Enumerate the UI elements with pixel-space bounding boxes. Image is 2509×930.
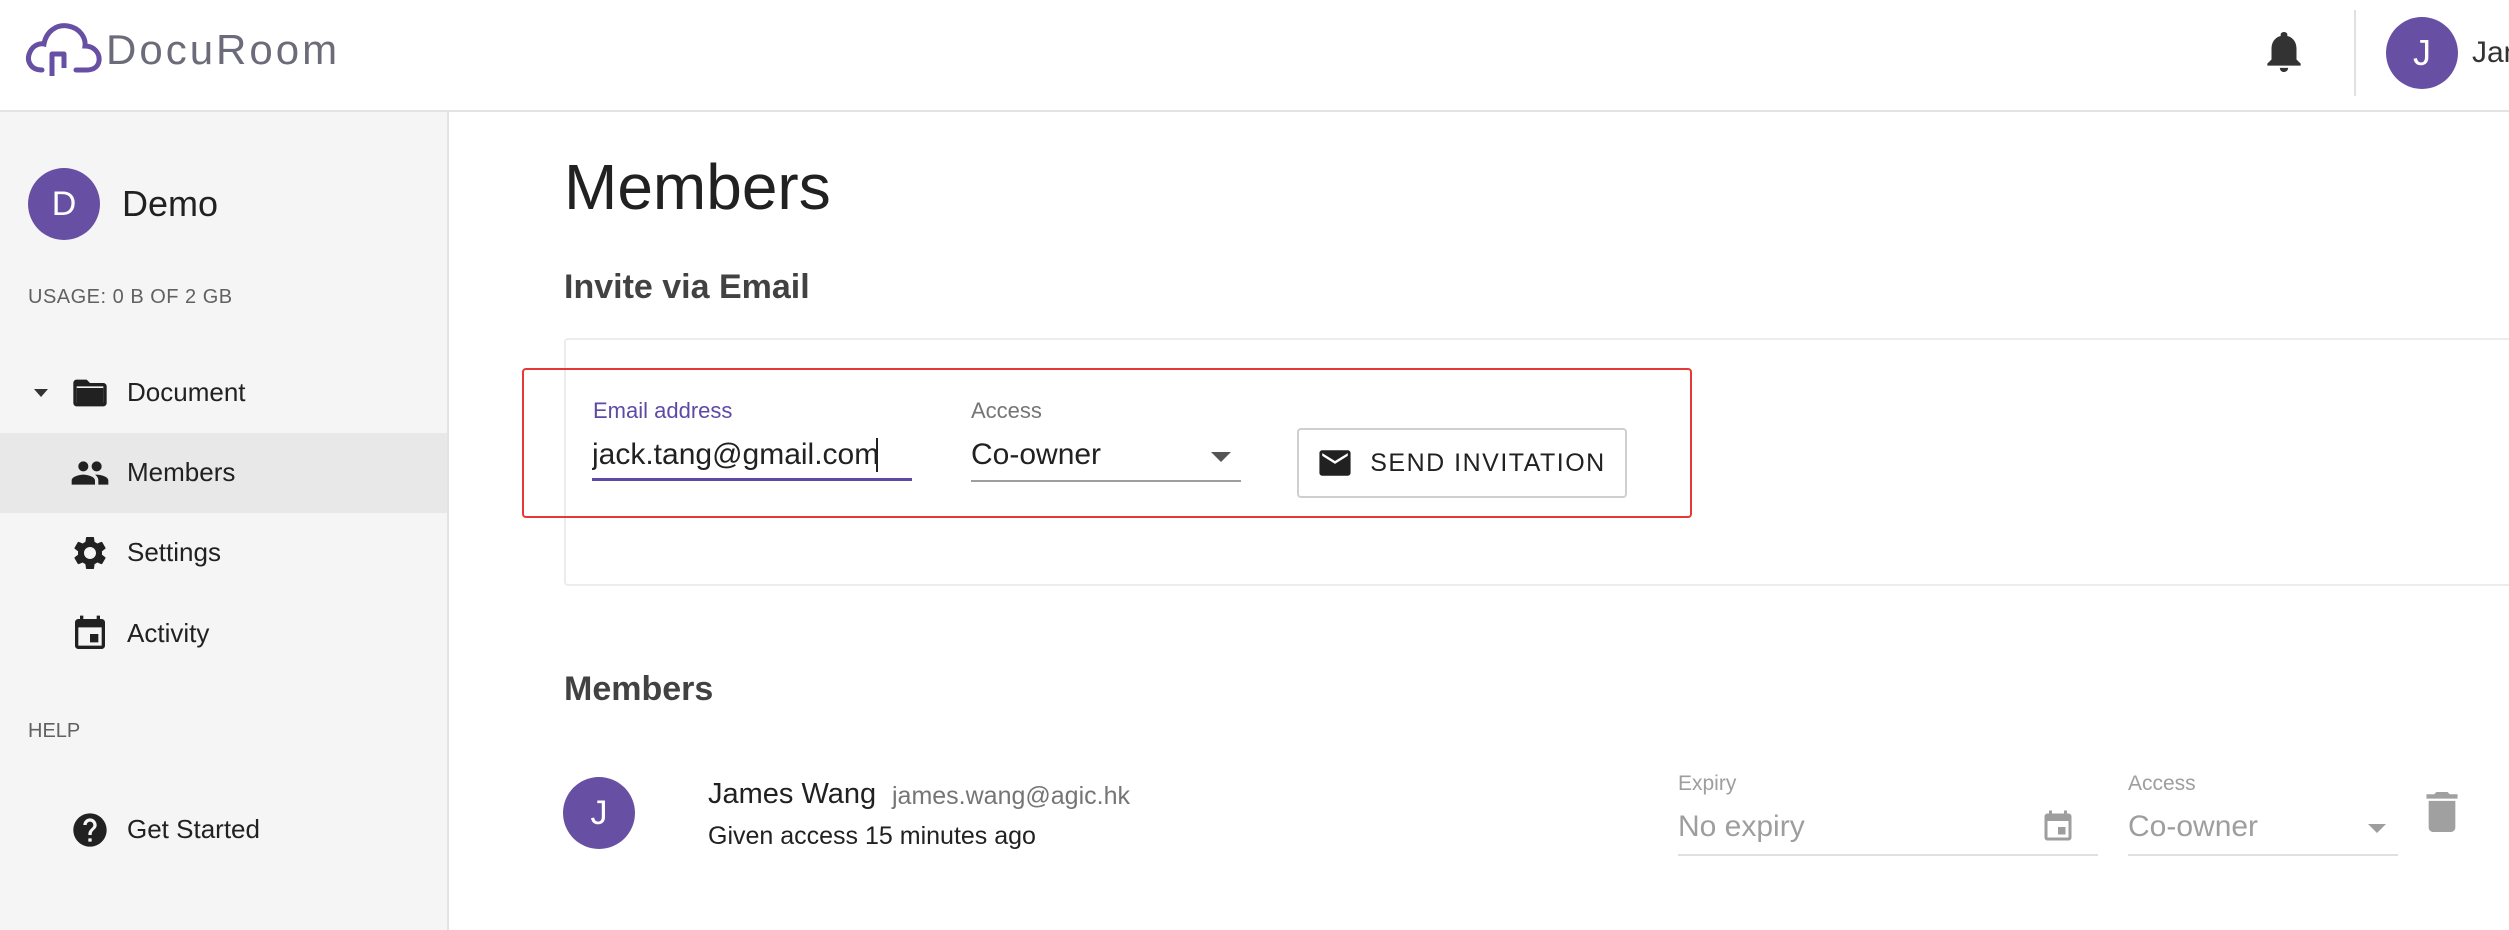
sidebar-item-activity[interactable]: Activity (0, 594, 447, 674)
sidebar-item-get-started[interactable]: Get Started (0, 790, 447, 870)
caret-down-icon[interactable] (32, 387, 50, 399)
member-access-label: Access (2128, 772, 2196, 795)
invite-heading: Invite via Email (564, 268, 810, 306)
member-name: James Wang (708, 778, 877, 810)
email-field[interactable] (592, 432, 912, 481)
top-app-bar (0, 0, 2509, 112)
user-avatar[interactable]: J (2386, 17, 2458, 89)
calendar-icon[interactable] (2040, 808, 2076, 846)
workspace-avatar[interactable]: D (28, 168, 100, 240)
send-invitation-button[interactable]: SEND INVITATION (1297, 428, 1627, 498)
help-circle-icon (73, 813, 107, 847)
member-access-select[interactable]: Co-owner (2128, 798, 2398, 856)
workspace-name[interactable]: Demo (122, 183, 218, 225)
gear-icon (74, 537, 106, 569)
cloud-logo-icon[interactable] (24, 20, 102, 78)
members-heading: Members (564, 670, 714, 708)
expiry-field[interactable]: No expiry (1678, 798, 2098, 856)
sidebar-item-label: Settings (127, 537, 221, 567)
expiry-field-label: Expiry (1678, 772, 1737, 795)
member-email: james.wang@agic.hk (892, 782, 1130, 810)
mail-icon (1319, 450, 1351, 476)
access-select[interactable]: Co-owner (971, 430, 1241, 482)
sidebar-item-label: Get Started (127, 814, 260, 844)
member-access-value: Co-owner (2128, 810, 2259, 843)
sidebar-item-document[interactable]: Document (0, 353, 447, 433)
bell-icon[interactable] (2264, 30, 2304, 74)
email-field-label: Email address (593, 398, 733, 423)
folder-open-icon (73, 379, 107, 407)
dropdown-arrow-icon (2368, 824, 2386, 833)
usage-text: USAGE: 0 B OF 2 GB (28, 286, 233, 308)
help-section-label: HELP (28, 720, 81, 742)
app-logo-text[interactable]: DocuRoom (106, 26, 340, 74)
access-select-label: Access (971, 398, 1042, 423)
expiry-value: No expiry (1678, 810, 1805, 843)
send-invitation-label: SEND INVITATION (1370, 448, 1606, 477)
sidebar-item-members[interactable]: Members (0, 433, 447, 513)
user-name[interactable]: Jan (2472, 36, 2509, 70)
dropdown-arrow-icon (1211, 452, 1231, 462)
sidebar-item-label: Activity (127, 618, 210, 648)
header-divider (2354, 10, 2356, 96)
sidebar-item-label: Members (127, 457, 236, 487)
trash-icon[interactable] (2426, 792, 2458, 832)
people-icon (71, 461, 109, 485)
calendar-icon (75, 615, 105, 649)
sidebar-item-label: Document (127, 377, 246, 407)
sidebar-item-settings[interactable]: Settings (0, 513, 447, 593)
member-avatar: J (563, 777, 635, 849)
text-cursor (876, 438, 878, 472)
access-select-value: Co-owner (971, 438, 1102, 471)
page-title: Members (564, 151, 831, 223)
member-access-time: Given access 15 minutes ago (708, 822, 1036, 850)
